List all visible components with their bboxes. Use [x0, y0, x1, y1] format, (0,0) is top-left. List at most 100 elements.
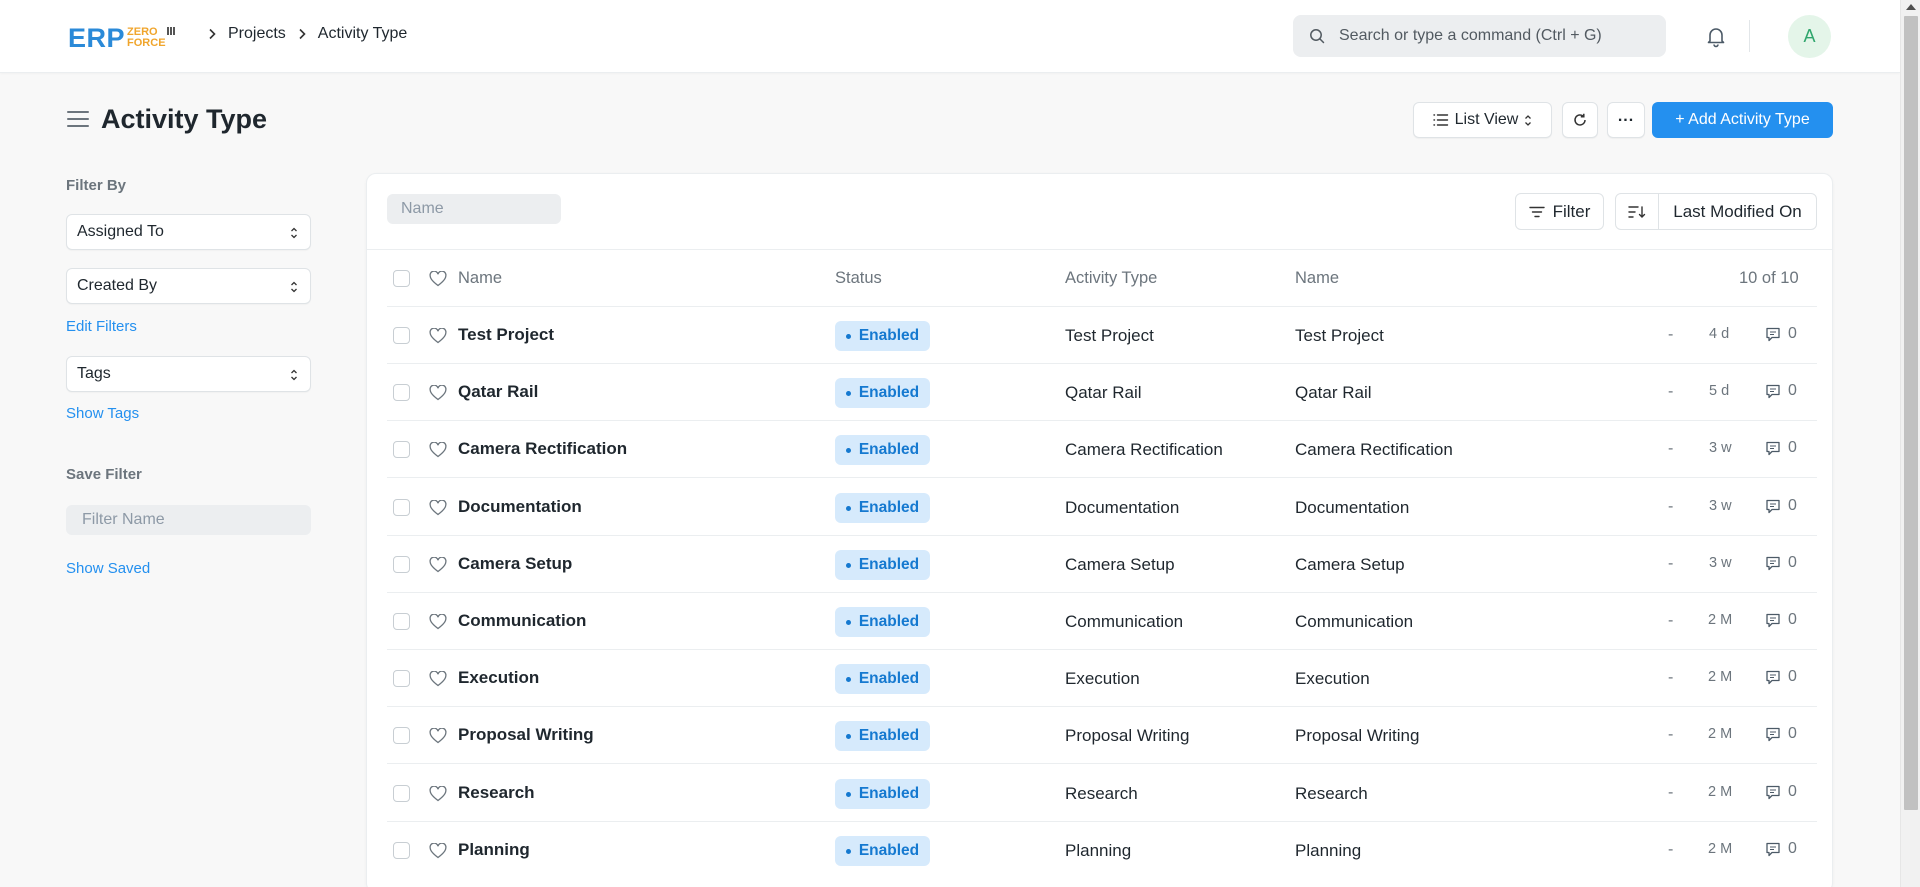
row-name-link[interactable]: Qatar Rail: [458, 382, 538, 402]
navbar: ERP ZERO FORCE Projects Activity Type Se…: [0, 0, 1900, 73]
row-checkbox[interactable]: [393, 441, 410, 458]
name-filter-input[interactable]: Name: [387, 194, 561, 224]
row-modified-age: 3 w: [1709, 440, 1732, 456]
comment-icon[interactable]: [1765, 727, 1781, 742]
filter-name-input[interactable]: Filter Name: [66, 505, 311, 535]
search-input[interactable]: Search or type a command (Ctrl + G): [1293, 15, 1666, 57]
breadcrumb-projects[interactable]: Projects: [228, 25, 286, 43]
breadcrumb-activity-type[interactable]: Activity Type: [318, 25, 408, 43]
heart-icon[interactable]: [429, 328, 447, 344]
refresh-button[interactable]: [1562, 102, 1598, 138]
table-row[interactable]: Execution Enabled Execution Execution - 2 M 0: [367, 650, 1832, 707]
row-name-link[interactable]: Planning: [458, 840, 530, 860]
table-row[interactable]: Proposal Writing Enabled Proposal Writing P…: [367, 707, 1832, 764]
sort-field-button[interactable]: Last Modified On: [1659, 202, 1816, 222]
tags-select[interactable]: Tags: [66, 356, 311, 392]
column-header-status[interactable]: Status: [835, 269, 882, 288]
row-activity-type: Communication: [1065, 612, 1184, 631]
heart-icon[interactable]: [429, 614, 447, 630]
row-name-link[interactable]: Test Project: [458, 325, 554, 345]
tags-label: Tags: [77, 365, 111, 382]
list-view-button[interactable]: List View: [1413, 102, 1552, 138]
show-tags-link[interactable]: Show Tags: [66, 405, 139, 422]
edit-filters-link[interactable]: Edit Filters: [66, 318, 137, 335]
row-modified-age: 2 M: [1708, 726, 1733, 742]
sort-order-button[interactable]: [1616, 194, 1659, 229]
comment-icon[interactable]: [1765, 670, 1781, 685]
app-logo[interactable]: ERP ZERO FORCE: [68, 24, 175, 52]
row-checkbox[interactable]: [393, 842, 410, 859]
bell-icon[interactable]: [1704, 24, 1728, 48]
status-badge: Enabled: [835, 836, 930, 866]
scrollbar[interactable]: [1900, 0, 1920, 887]
table-row[interactable]: Camera Rectification Enabled Camera Rectif…: [367, 421, 1832, 478]
comment-icon[interactable]: [1765, 842, 1781, 857]
comment-icon[interactable]: [1765, 613, 1781, 628]
row-name-link[interactable]: Camera Setup: [458, 554, 572, 574]
search-icon: [1310, 29, 1325, 44]
row-modified-age: 4 d: [1709, 326, 1730, 342]
scroll-up-arrow-icon[interactable]: [1906, 4, 1916, 10]
row-activity-type: Camera Setup: [1065, 555, 1175, 574]
heart-icon[interactable]: [429, 728, 447, 744]
comment-icon[interactable]: [1765, 384, 1781, 399]
avatar[interactable]: A: [1788, 15, 1831, 58]
row-name-link[interactable]: Documentation: [458, 497, 582, 517]
heart-icon[interactable]: [429, 786, 447, 802]
table-row[interactable]: Camera Setup Enabled Camera Setup Camera Se…: [367, 536, 1832, 593]
row-checkbox[interactable]: [393, 785, 410, 802]
row-checkbox[interactable]: [393, 327, 410, 344]
row-checkbox[interactable]: [393, 384, 410, 401]
status-dot: [845, 733, 851, 739]
row-checkbox[interactable]: [393, 727, 410, 744]
select-all-checkbox[interactable]: [393, 270, 410, 287]
row-checkbox[interactable]: [393, 556, 410, 573]
row-dash: -: [1668, 555, 1674, 572]
scrollbar-thumb[interactable]: [1904, 16, 1918, 810]
comment-icon[interactable]: [1765, 441, 1781, 456]
sidebar-toggle-icon[interactable]: [67, 111, 89, 129]
row-checkbox[interactable]: [393, 613, 410, 630]
column-header-name[interactable]: Name: [458, 269, 502, 288]
row-name-link[interactable]: Research: [458, 783, 535, 803]
row-checkbox[interactable]: [393, 499, 410, 516]
row-name-link[interactable]: Camera Rectification: [458, 439, 627, 459]
row-checkbox[interactable]: [393, 670, 410, 687]
heart-icon[interactable]: [429, 271, 447, 287]
status-dot: [845, 390, 851, 396]
heart-icon[interactable]: [429, 671, 447, 687]
created-by-select[interactable]: Created By: [66, 268, 311, 304]
row-name-link[interactable]: Proposal Writing: [458, 725, 594, 745]
comment-icon[interactable]: [1765, 785, 1781, 800]
row-dash: -: [1668, 326, 1674, 343]
row-activity-type: Qatar Rail: [1065, 383, 1142, 402]
logo-sub-force: FORCE: [127, 37, 166, 49]
table-row[interactable]: Documentation Enabled Documentation Documen…: [367, 479, 1832, 536]
column-header-activity-type[interactable]: Activity Type: [1065, 269, 1157, 288]
table-row[interactable]: Communication Enabled Communication Communi…: [367, 593, 1832, 650]
comment-icon[interactable]: [1765, 499, 1781, 514]
row-dash: -: [1668, 841, 1674, 858]
show-saved-link[interactable]: Show Saved: [66, 560, 150, 577]
row-comment-count: 0: [1788, 325, 1797, 342]
heart-icon[interactable]: [429, 500, 447, 516]
comment-icon[interactable]: [1765, 327, 1781, 342]
table-row[interactable]: Qatar Rail Enabled Qatar Rail Qatar Rail - 5 …: [367, 364, 1832, 421]
heart-icon[interactable]: [429, 385, 447, 401]
table-row[interactable]: Research Enabled Research Research - 2 M 0: [367, 765, 1832, 822]
row-comment-count: 0: [1788, 725, 1797, 742]
filter-button[interactable]: Filter: [1515, 193, 1604, 230]
comment-icon[interactable]: [1765, 556, 1781, 571]
assigned-to-select[interactable]: Assigned To: [66, 214, 311, 250]
row-name-link[interactable]: Execution: [458, 668, 539, 688]
column-header-name-2[interactable]: Name: [1295, 269, 1339, 288]
heart-icon[interactable]: [429, 557, 447, 573]
heart-icon[interactable]: [429, 843, 447, 859]
table-row[interactable]: Planning Enabled Planning Planning - 2 M 0: [367, 822, 1832, 879]
more-actions-button[interactable]: ...: [1607, 102, 1645, 138]
add-activity-type-button[interactable]: + Add Activity Type: [1652, 102, 1833, 138]
heart-icon[interactable]: [429, 442, 447, 458]
row-dash: -: [1668, 612, 1674, 629]
row-name-link[interactable]: Communication: [458, 611, 586, 631]
table-row[interactable]: Test Project Enabled Test Project Test Proj…: [367, 307, 1832, 364]
